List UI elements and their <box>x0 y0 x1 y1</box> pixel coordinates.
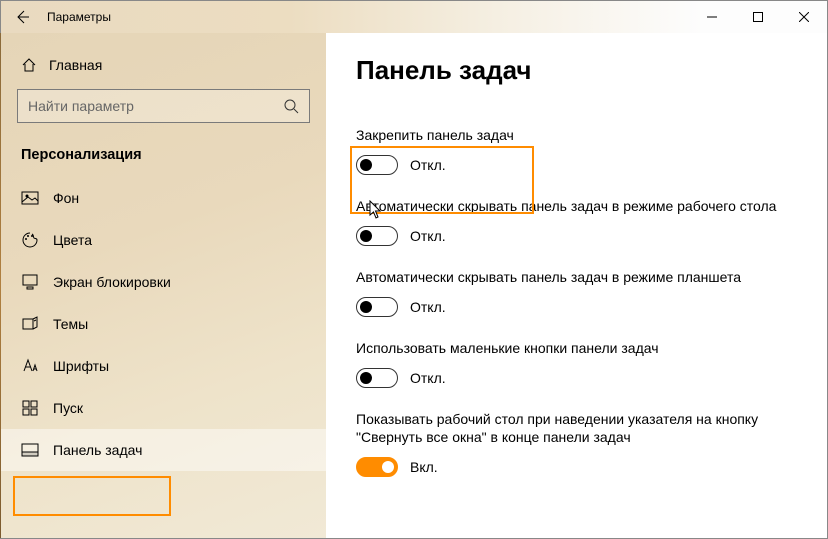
setting-small-buttons: Использовать маленькие кнопки панели зад… <box>356 339 797 388</box>
palette-icon <box>21 231 39 249</box>
toggle-knob <box>360 301 372 313</box>
sidebar-item-label: Панель задач <box>53 442 142 458</box>
setting-peek-desktop: Показывать рабочий стол при наведении ук… <box>356 410 797 478</box>
close-icon <box>799 12 809 22</box>
page-title: Панель задач <box>356 55 797 86</box>
sidebar-item-lockscreen[interactable]: Экран блокировки <box>1 261 326 303</box>
toggle-autohide-desktop[interactable] <box>356 226 398 246</box>
setting-autohide-tablet: Автоматически скрывать панель задач в ре… <box>356 268 797 317</box>
toggle-state: Откл. <box>410 299 446 315</box>
sidebar-item-colors[interactable]: Цвета <box>1 219 326 261</box>
sidebar-item-background[interactable]: Фон <box>1 177 326 219</box>
toggle-peek-desktop[interactable] <box>356 457 398 477</box>
minimize-button[interactable] <box>689 1 735 33</box>
toggle-knob <box>382 461 394 473</box>
sidebar-item-label: Шрифты <box>53 358 109 374</box>
toggle-state: Откл. <box>410 370 446 386</box>
home-label: Главная <box>49 57 102 73</box>
taskbar-icon <box>21 441 39 459</box>
setting-label: Показывать рабочий стол при наведении ук… <box>356 410 786 448</box>
sidebar-item-label: Темы <box>53 316 88 332</box>
content: Панель задач Закрепить панель задач Откл… <box>326 33 827 538</box>
home-link[interactable]: Главная <box>1 55 326 89</box>
toggle-autohide-tablet[interactable] <box>356 297 398 317</box>
section-header: Персонализация <box>1 143 326 177</box>
toggle-state: Откл. <box>410 157 446 173</box>
search-box[interactable] <box>17 89 310 123</box>
lockscreen-icon <box>21 273 39 291</box>
sidebar-item-label: Цвета <box>53 232 92 248</box>
sidebar-item-label: Экран блокировки <box>53 274 171 290</box>
setting-autohide-desktop: Автоматически скрывать панель задач в ре… <box>356 197 797 246</box>
font-icon <box>21 357 39 375</box>
toggle-state: Откл. <box>410 228 446 244</box>
sidebar-item-label: Пуск <box>53 400 83 416</box>
sidebar-item-label: Фон <box>53 190 79 206</box>
themes-icon <box>21 315 39 333</box>
setting-label: Закрепить панель задач <box>356 126 786 145</box>
setting-lock-taskbar: Закрепить панель задач Откл. <box>356 126 797 175</box>
toggle-small-buttons[interactable] <box>356 368 398 388</box>
maximize-icon <box>753 12 763 22</box>
setting-label: Использовать маленькие кнопки панели зад… <box>356 339 786 358</box>
toggle-knob <box>360 159 372 171</box>
picture-icon <box>21 189 39 207</box>
sidebar-item-taskbar[interactable]: Панель задач <box>1 429 326 471</box>
back-button[interactable] <box>1 1 45 33</box>
sidebar-item-themes[interactable]: Темы <box>1 303 326 345</box>
sidebar-item-start[interactable]: Пуск <box>1 387 326 429</box>
toggle-knob <box>360 372 372 384</box>
home-icon <box>21 57 37 73</box>
sidebar: Главная Персонализация Фон Цвета Экран б… <box>1 33 326 538</box>
maximize-button[interactable] <box>735 1 781 33</box>
toggle-state: Вкл. <box>410 459 438 475</box>
toggle-knob <box>360 230 372 242</box>
search-input[interactable] <box>28 98 283 114</box>
window-controls <box>689 1 827 33</box>
close-button[interactable] <box>781 1 827 33</box>
arrow-left-icon <box>15 9 31 25</box>
minimize-icon <box>707 12 717 22</box>
setting-label: Автоматически скрывать панель задач в ре… <box>356 268 786 287</box>
start-icon <box>21 399 39 417</box>
window-title: Параметры <box>45 10 689 24</box>
titlebar: Параметры <box>1 1 827 33</box>
search-icon <box>283 98 299 114</box>
setting-label: Автоматически скрывать панель задач в ре… <box>356 197 786 216</box>
main: Главная Персонализация Фон Цвета Экран б… <box>1 33 827 538</box>
toggle-lock-taskbar[interactable] <box>356 155 398 175</box>
sidebar-item-fonts[interactable]: Шрифты <box>1 345 326 387</box>
